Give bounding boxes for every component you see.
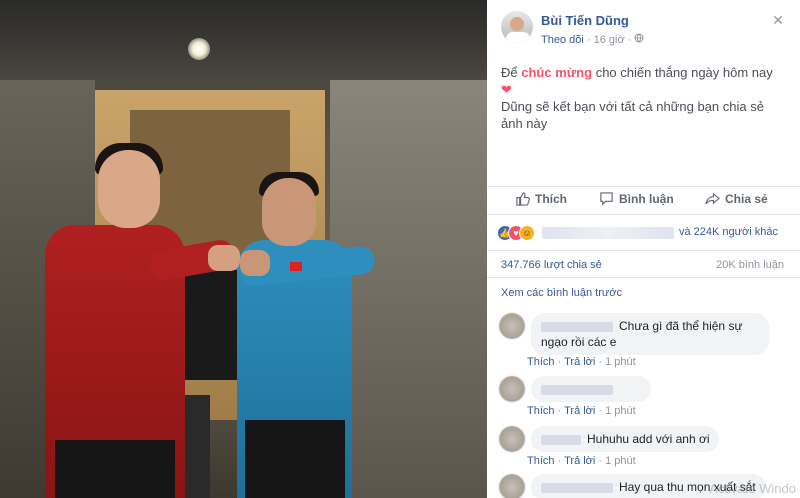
comment-like-link[interactable]: Thích	[527, 356, 555, 368]
commenter-name-blurred[interactable]	[541, 321, 613, 332]
reactor-names-blurred	[542, 227, 674, 239]
like-button[interactable]: Thích	[515, 191, 567, 206]
commenter-name-blurred[interactable]	[541, 384, 613, 395]
author-name[interactable]: Bùi Tiến Dũng	[541, 13, 629, 28]
commenter-avatar[interactable]	[499, 313, 525, 339]
post-panel: Bùi Tiến Dũng Theo dõi · 16 giờ · ✕ Để c…	[487, 0, 800, 498]
reactions-row[interactable]: 👍 ♥ ☺ và 224K người khác	[497, 225, 797, 241]
post-stats: 347.766 lượt chia sẻ 20K bình luận	[487, 250, 800, 278]
flag-badge	[290, 262, 302, 271]
more-options-icon[interactable]: ✕	[772, 12, 784, 29]
share-count[interactable]: 347.766 lượt chia sẻ	[501, 259, 602, 271]
share-icon	[705, 192, 720, 205]
globe-icon	[634, 33, 644, 46]
avatar-face	[510, 17, 524, 31]
comment-icon	[600, 192, 613, 206]
comment-bubble: Chưa gì đã thể hiện sự ngạo rồi các e	[531, 313, 769, 355]
commenter-avatar[interactable]	[499, 376, 525, 402]
view-previous-comments[interactable]: Xem các bình luận trước	[501, 287, 622, 299]
comment-text: Huhuhu add với anh ơi	[587, 432, 710, 446]
follow-link[interactable]: Theo dõi	[541, 34, 584, 46]
meta-dot: ·	[586, 34, 594, 46]
comment-actions: Thích · Trả lời · 1 phút	[527, 455, 636, 467]
comment-like-link[interactable]: Thích	[527, 455, 555, 467]
commenter-avatar[interactable]	[499, 474, 525, 498]
heart-emoji-icon: ❤	[501, 82, 512, 97]
ceiling	[0, 0, 487, 80]
post-text-mid: cho chiến thắng ngày hôm nay	[595, 65, 773, 80]
reaction-count[interactable]: và 224K người khác	[679, 226, 778, 238]
comment-label: Bình luận	[619, 191, 674, 206]
haha-reaction-icon: ☺	[519, 225, 535, 241]
ceiling-light	[188, 38, 210, 60]
share-label: Chia sẻ	[725, 191, 768, 206]
post-text: Để chúc mừng cho chiến thắng ngày hôm na…	[501, 64, 786, 132]
author-avatar[interactable]	[501, 11, 533, 43]
post-time[interactable]: 16 giờ	[594, 34, 625, 46]
person-blue-legs	[245, 420, 345, 498]
comment-reply-link[interactable]: Trả lời	[564, 356, 595, 368]
comment-time: 1 phút	[605, 455, 636, 467]
comment-reply-link[interactable]: Trả lời	[564, 455, 595, 467]
person-blue-head	[262, 178, 316, 246]
wall-right	[330, 80, 487, 498]
comment-bubble	[531, 376, 651, 402]
post-actions: Thích Bình luận Chia sẻ	[487, 186, 800, 213]
commenter-name-blurred[interactable]	[541, 434, 581, 445]
person-red-legs	[55, 440, 175, 498]
comment-bubble: Huhuhu add với anh ơi	[531, 426, 720, 452]
post-text-line2: Dũng sẽ kết bạn với tất cả những bạn chi…	[501, 99, 764, 131]
comment-actions: Thích · Trả lời · 1 phút	[527, 405, 636, 417]
fist-right	[240, 250, 270, 276]
post-meta: Theo dõi · 16 giờ ·	[541, 33, 644, 46]
thumbs-up-icon	[516, 192, 530, 206]
post-text-pre: Để	[501, 65, 518, 80]
comment-count[interactable]: 20K bình luận	[716, 259, 784, 271]
comment-actions: Thích · Trả lời · 1 phút	[527, 356, 636, 368]
post-header: Bùi Tiến Dũng Theo dõi · 16 giờ · ✕	[487, 0, 800, 55]
like-label: Thích	[535, 191, 567, 206]
comment-like-link[interactable]: Thích	[527, 405, 555, 417]
post-photo[interactable]	[0, 0, 487, 498]
comment-reply-link[interactable]: Trả lời	[564, 405, 595, 417]
avatar-shirt	[505, 31, 531, 43]
share-button[interactable]: Chia sẻ	[705, 191, 768, 206]
divider	[487, 214, 800, 215]
commenter-name-blurred[interactable]	[541, 482, 613, 493]
comment-time: 1 phút	[605, 356, 636, 368]
post-text-highlight: chúc mừng	[521, 65, 593, 80]
commenter-avatar[interactable]	[499, 426, 525, 452]
person-red-head	[98, 150, 160, 228]
activate-windows-watermark: Activate Windo	[709, 481, 796, 496]
comment-time: 1 phút	[605, 405, 636, 417]
comment-button[interactable]: Bình luận	[599, 191, 674, 206]
fist-left	[208, 245, 240, 271]
